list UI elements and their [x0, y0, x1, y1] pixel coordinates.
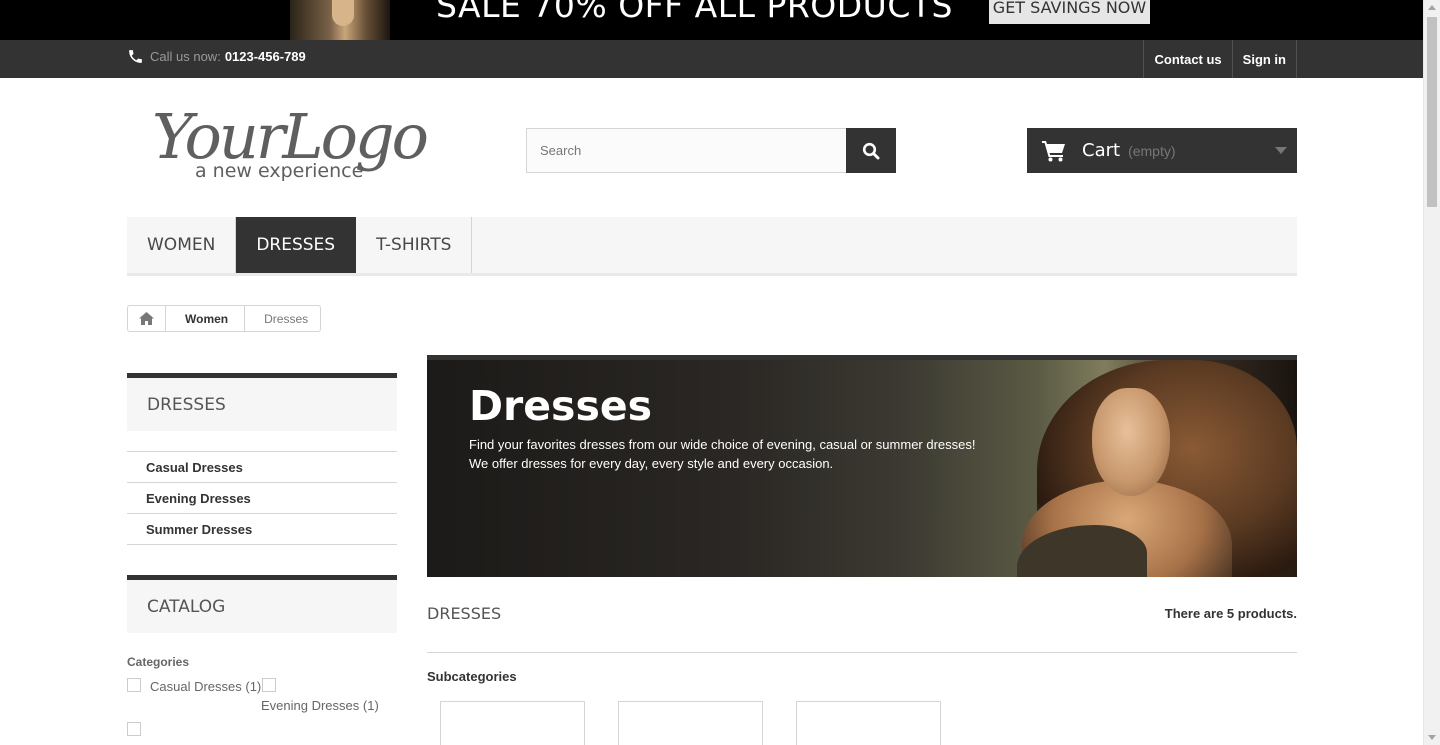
search-icon: [862, 142, 880, 159]
subcategory-list: Casual Dresses Evening Dresses Summer Dr…: [127, 451, 397, 545]
subcategory-card[interactable]: [796, 701, 941, 745]
scrollbar-thumb[interactable]: [1427, 17, 1437, 207]
promo-text: SALE 70% OFF ALL PRODUCTS: [436, 0, 953, 25]
category-title: Dresses: [469, 382, 653, 430]
filter-checkbox-casual[interactable]: [127, 678, 141, 692]
product-count: There are 5 products.: [1164, 606, 1297, 621]
search-input[interactable]: [526, 128, 846, 173]
get-savings-button[interactable]: GET SAVINGS NOW: [989, 0, 1150, 24]
category-banner: Dresses Find your favorites dresses from…: [427, 355, 1297, 577]
breadcrumb-dresses: Dresses: [264, 311, 309, 326]
subcategory-card[interactable]: [440, 701, 585, 745]
promo-model-image: [290, 0, 390, 40]
subcategory-card[interactable]: [618, 701, 763, 745]
subcategories-title: Subcategories: [427, 669, 517, 684]
call-us: Call us now: 0123-456-789: [127, 48, 306, 65]
cart-label: Cart: [1082, 140, 1121, 161]
site-logo[interactable]: YourLogo a new experience: [150, 100, 440, 185]
menu-item-women[interactable]: WOMEN: [127, 217, 237, 273]
breadcrumb-home[interactable]: [128, 306, 166, 331]
top-bar: Call us now: 0123-456-789 Contact us Sig…: [0, 40, 1423, 78]
breadcrumb: Women Dresses: [127, 305, 322, 332]
search-form: [526, 128, 896, 173]
filter-evening-dresses[interactable]: Evening Dresses (1): [261, 698, 379, 713]
menu-item-dresses[interactable]: DRESSES: [236, 217, 357, 273]
page-scrollbar[interactable]: [1423, 0, 1440, 745]
category-description-line-1: Find your favorites dresses from our wid…: [469, 437, 976, 452]
sidebar-item-casual-dresses[interactable]: Casual Dresses: [127, 452, 397, 483]
promo-banner[interactable]: SALE 70% OFF ALL PRODUCTS GET SAVINGS NO…: [0, 0, 1423, 40]
cart-status: (empty): [1128, 142, 1176, 159]
page: SALE 70% OFF ALL PRODUCTS GET SAVINGS NO…: [0, 0, 1440, 745]
menu-item-t-shirts[interactable]: T-SHIRTS: [356, 217, 473, 273]
scroll-down-arrow-icon[interactable]: [1428, 735, 1436, 740]
scroll-up-arrow-icon[interactable]: [1428, 5, 1436, 10]
divider: [427, 652, 1297, 653]
breadcrumb-women[interactable]: Women: [166, 306, 246, 331]
banner-model-face: [1092, 388, 1170, 496]
page-heading: DRESSES: [427, 604, 502, 623]
phone-number: 0123-456-789: [224, 49, 306, 64]
catalog-title: CATALOG: [127, 575, 397, 633]
main-menu: WOMEN DRESSES T-SHIRTS: [127, 217, 1297, 276]
contact-us-link[interactable]: Contact us: [1143, 40, 1231, 78]
sidebar-item-summer-dresses[interactable]: Summer Dresses: [127, 514, 397, 545]
cart-button[interactable]: Cart (empty): [1027, 128, 1297, 173]
sidebar-item-evening-dresses[interactable]: Evening Dresses: [127, 483, 397, 514]
user-links: Contact us Sign in: [1143, 40, 1297, 78]
search-button[interactable]: [846, 128, 896, 173]
chevron-down-icon: [1275, 147, 1287, 154]
sign-in-link[interactable]: Sign in: [1231, 40, 1297, 78]
call-label: Call us now:: [150, 49, 221, 64]
filter-checkbox-summer[interactable]: [127, 722, 141, 736]
logo-tagline: a new experience: [195, 160, 363, 182]
home-icon: [139, 312, 154, 325]
category-description: Find your favorites dresses from our wid…: [469, 435, 976, 473]
filter-checkbox-evening[interactable]: [262, 678, 276, 692]
cart-icon: [1042, 140, 1065, 161]
category-description-line-2: We offer dresses for every day, every st…: [469, 456, 834, 471]
filter-casual-dresses[interactable]: Casual Dresses (1): [150, 679, 261, 694]
phone-icon: [129, 50, 142, 63]
filter-categories-label: Categories: [127, 655, 190, 669]
sidebar-category-title[interactable]: DRESSES: [127, 373, 397, 431]
